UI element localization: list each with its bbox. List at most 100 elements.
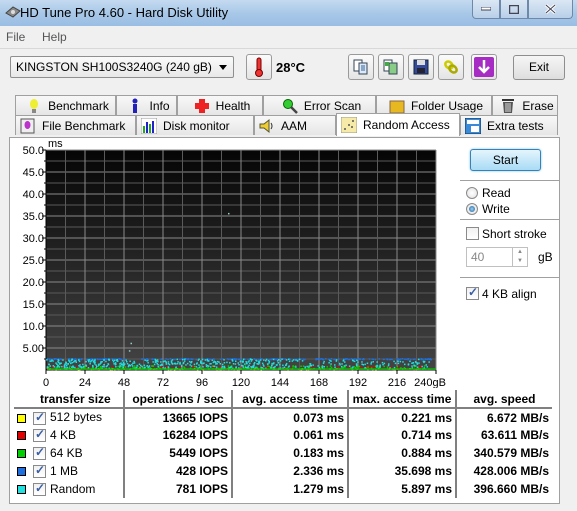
scatter-icon [341, 117, 357, 133]
tab-error-scan[interactable]: Error Scan [263, 95, 376, 115]
maximize-button[interactable] [500, 0, 528, 19]
data-point [112, 361, 115, 363]
short-stroke-label: Short stroke [482, 227, 547, 241]
drive-select[interactable]: KINGSTON SH100S3240G (240 gB) [10, 56, 234, 78]
data-point [330, 363, 332, 365]
tab-erase[interactable]: Erase [492, 95, 558, 115]
data-point [370, 361, 373, 363]
tab-random-access[interactable]: Random Access [336, 113, 460, 136]
tab-file-benchmark[interactable]: File Benchmark [15, 115, 136, 135]
ops-value: 781 IOPS [124, 480, 233, 498]
4kb-align-checkbox[interactable] [466, 285, 479, 300]
data-point [283, 366, 286, 368]
copy-screenshot-button[interactable] [378, 54, 404, 80]
data-point [298, 358, 301, 361]
data-point [156, 359, 159, 361]
data-point [227, 365, 230, 367]
series-checkbox[interactable]: ✓ [33, 481, 46, 497]
data-point [383, 362, 386, 365]
data-point [272, 366, 274, 369]
spin-up-icon[interactable]: ▲ [513, 248, 527, 257]
data-point [177, 361, 179, 363]
tab-benchmark[interactable]: Benchmark [15, 95, 116, 115]
x-tick-label: 24 [79, 377, 91, 388]
drive-select-value: KINGSTON SH100S3240G (240 gB) [16, 60, 212, 74]
data-point [239, 360, 242, 363]
data-point [211, 359, 213, 361]
tab-health[interactable]: Health [177, 95, 263, 115]
start-button[interactable]: Start [470, 149, 541, 171]
data-point [221, 366, 224, 368]
data-point [91, 359, 94, 361]
save-button[interactable] [408, 54, 434, 80]
data-point [376, 365, 379, 367]
data-point [162, 361, 164, 363]
data-point [259, 359, 262, 361]
data-point [347, 366, 350, 369]
data-point [204, 359, 207, 361]
folder-icon [389, 98, 405, 114]
data-point [203, 362, 205, 364]
close-button[interactable] [528, 0, 573, 19]
info-icon [127, 98, 143, 114]
series-label: 64 KB [50, 445, 83, 460]
series-checkbox[interactable]: ✓ [33, 410, 46, 425]
checkmark-icon: ✓ [35, 481, 46, 496]
options-button[interactable] [438, 54, 464, 80]
series-checkbox[interactable]: ✓ [33, 445, 46, 461]
data-point [59, 362, 62, 365]
tab-info[interactable]: Info [116, 95, 177, 115]
series-label: 4 KB [50, 427, 77, 442]
data-point [89, 363, 91, 365]
temperature-button[interactable] [246, 54, 272, 80]
tab-extra-tests[interactable]: Extra tests [460, 115, 558, 135]
write-radio[interactable] [466, 203, 478, 215]
app-disk-icon [5, 6, 21, 18]
data-point [192, 366, 194, 368]
short-stroke-size-input[interactable]: 40 ▲ ▼ [466, 247, 528, 267]
data-point [256, 366, 259, 369]
result-row: ✓ 64 KB 5449 IOPS 0.183 ms 0.884 ms 340.579 M… [14, 444, 552, 462]
tab-disk-monitor[interactable]: Disk monitor [136, 115, 254, 135]
data-point [79, 364, 81, 366]
data-point [78, 359, 80, 361]
max-access-value: 0.884 ms [348, 444, 457, 462]
menu-help[interactable]: Help [42, 30, 67, 44]
tab-aam[interactable]: AAM [254, 115, 336, 135]
data-point [361, 367, 363, 369]
data-point [261, 367, 263, 369]
data-point [218, 361, 220, 363]
data-point [79, 366, 81, 368]
copy-text-button[interactable] [348, 54, 374, 80]
data-point [133, 365, 136, 367]
short-stroke-checkbox[interactable] [466, 227, 479, 240]
data-point [48, 358, 51, 361]
data-point [235, 366, 237, 369]
read-radio[interactable] [466, 187, 478, 199]
minimize-button[interactable] [472, 0, 500, 19]
download-button[interactable] [471, 54, 497, 80]
data-point [271, 365, 273, 367]
header-operations: operations / sec [124, 390, 233, 409]
data-point [285, 359, 288, 361]
spin-down-icon[interactable]: ▼ [513, 257, 527, 266]
exit-button[interactable]: Exit [513, 55, 565, 80]
data-point [122, 363, 124, 365]
menu-file[interactable]: File [6, 30, 25, 44]
data-point [345, 364, 347, 366]
data-point [60, 358, 62, 361]
chevron-down-icon [219, 65, 227, 70]
data-point [219, 363, 221, 365]
data-point [306, 365, 308, 368]
data-point [330, 366, 333, 369]
series-checkbox[interactable]: ✓ [33, 463, 46, 479]
series-checkbox[interactable]: ✓ [33, 427, 46, 443]
data-point [366, 362, 369, 364]
data-point [202, 366, 204, 368]
data-point [343, 365, 346, 367]
lightbulb-icon [26, 98, 42, 114]
y-tick-label: 40.0 [23, 189, 44, 201]
data-point [412, 358, 415, 361]
tab-folder-usage[interactable]: Folder Usage [376, 95, 492, 115]
data-point [49, 365, 51, 367]
